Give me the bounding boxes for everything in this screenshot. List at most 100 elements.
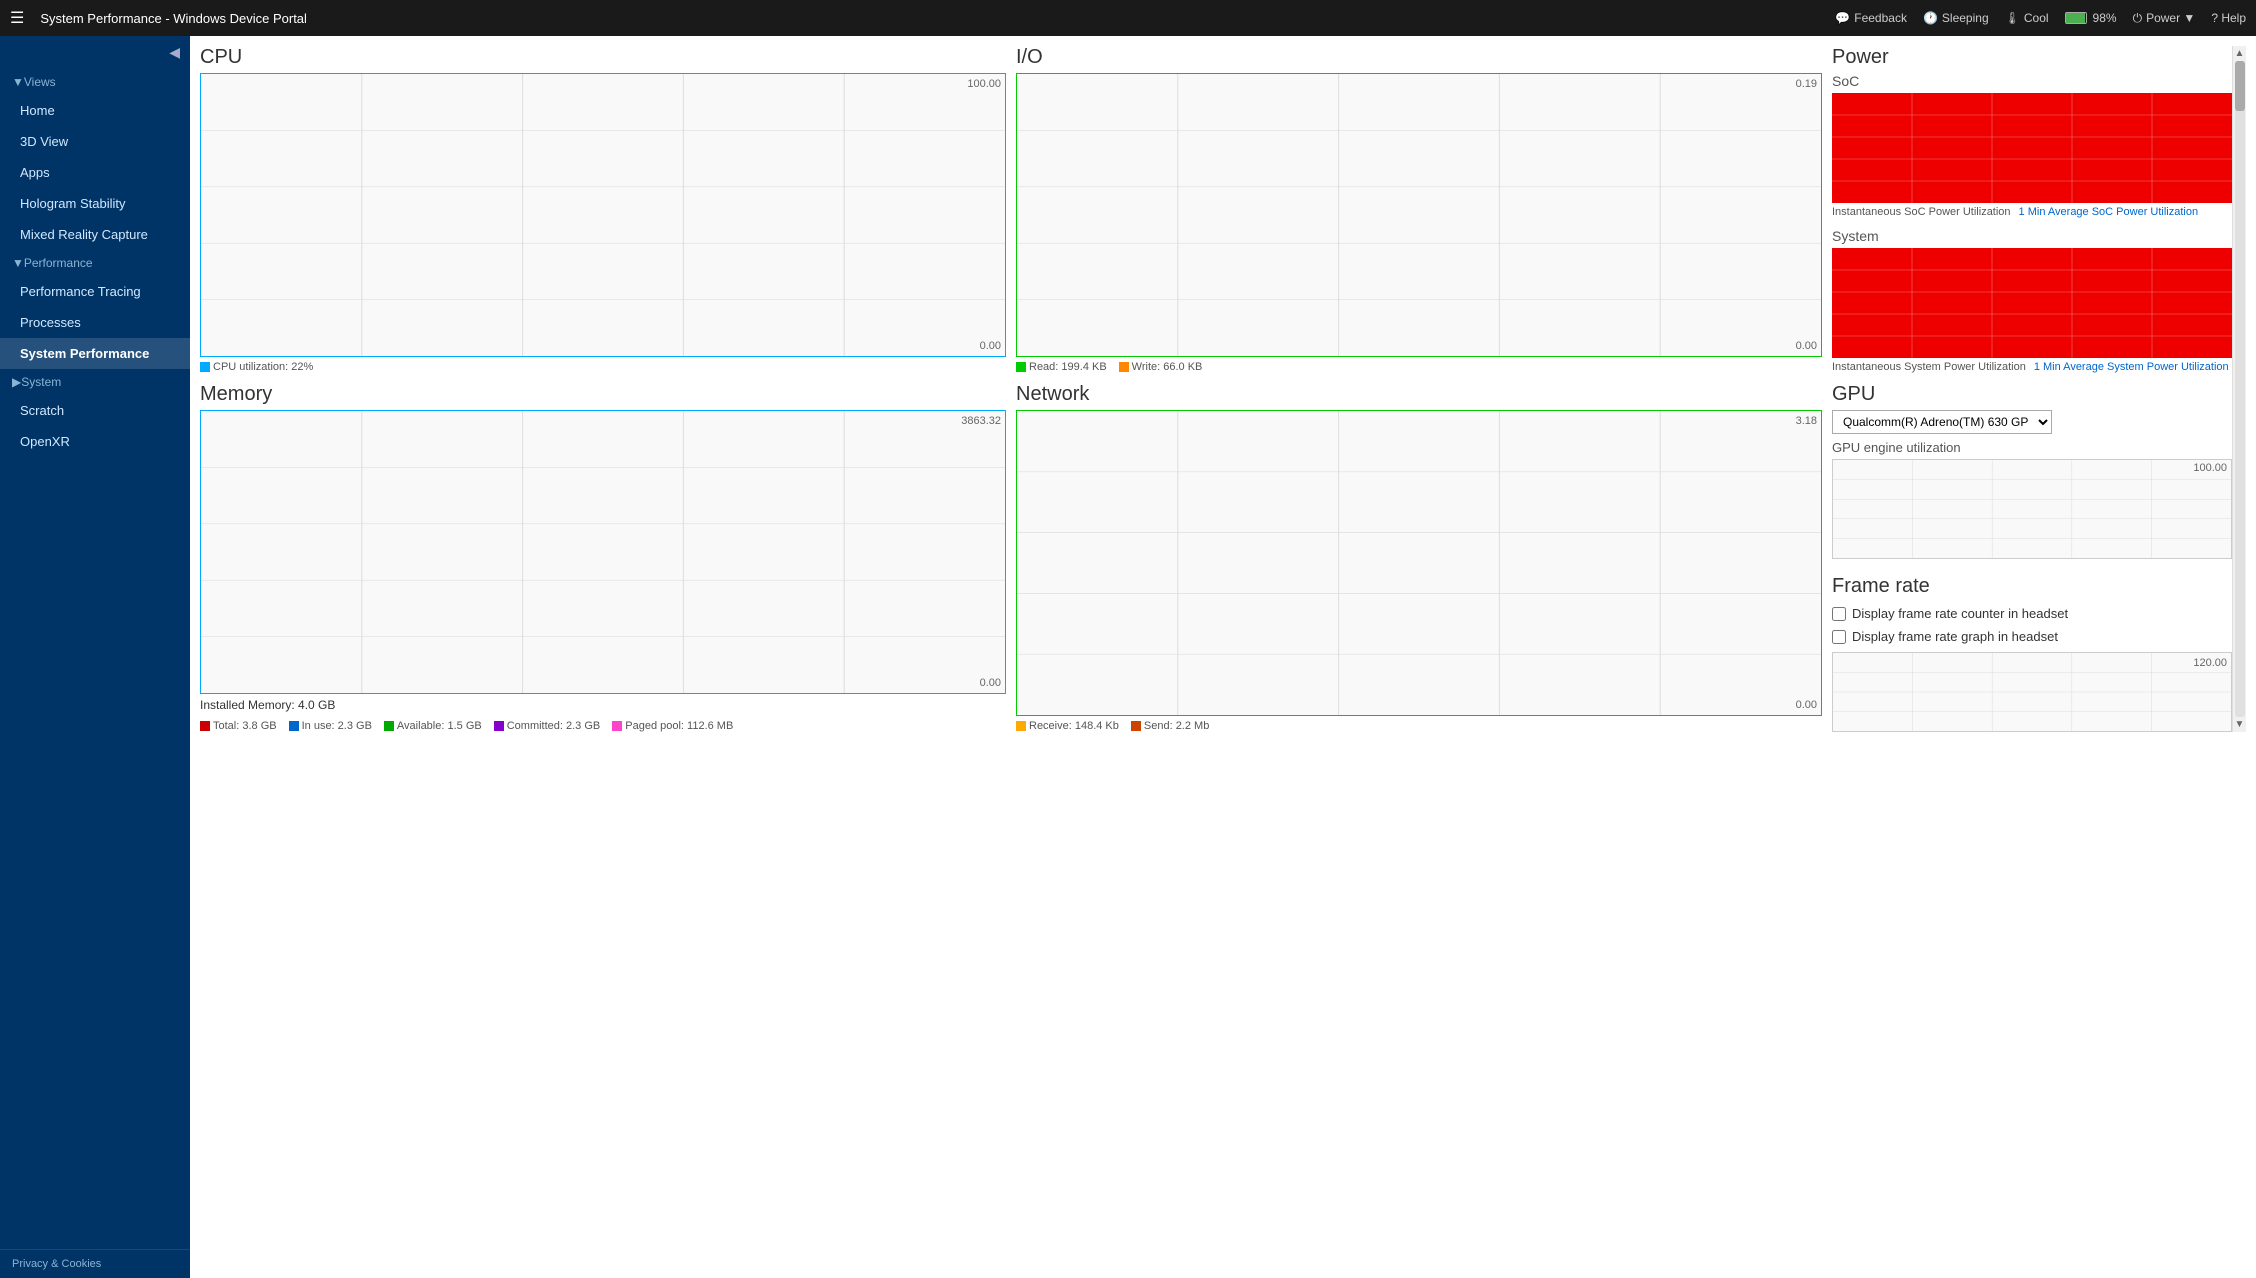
memory-legend: Total: 3.8 GB In use: 2.3 GB Available: … [200, 720, 1006, 732]
frame-rate-counter-checkbox[interactable] [1832, 607, 1846, 621]
frame-rate-counter-row: Display frame rate counter in headset [1832, 606, 2232, 621]
sidebar: ◀ ▼Views Home 3D View Apps Hologram Stab… [0, 36, 190, 1278]
soc-chart-grid [1832, 93, 2232, 203]
system-power-chart [1832, 248, 2232, 358]
network-panel: Network 3.18 0.00 Receive: [1016, 383, 1822, 732]
sidebar-collapse-button[interactable]: ◀ [0, 36, 190, 69]
sidebar-item-home[interactable]: Home [0, 95, 190, 126]
sleeping-button[interactable]: 🕐 Sleeping [1923, 11, 1989, 25]
memory-total-legend: Total: 3.8 GB [200, 720, 277, 732]
right-panel: Power SoC [1832, 46, 2232, 732]
network-chart-grid [1017, 411, 1821, 715]
frame-rate-graph-checkbox[interactable] [1832, 630, 1846, 644]
gpu-section: GPU Qualcomm(R) Adreno(TM) 630 GPU GPU e… [1832, 383, 2232, 559]
io-chart: 0.19 0.00 [1016, 73, 1822, 357]
feedback-button[interactable]: 💬 Feedback [1835, 11, 1907, 25]
frame-chart-svg [1833, 653, 2231, 731]
sidebar-item-system-performance[interactable]: System Performance [0, 338, 190, 369]
sleeping-icon: 🕐 [1923, 11, 1938, 25]
frame-rate-section: Frame rate Display frame rate counter in… [1832, 569, 2232, 732]
frame-rate-graph-row: Display frame rate graph in headset [1832, 629, 2232, 644]
memory-min-label: 0.00 [980, 677, 1001, 689]
network-min-label: 0.00 [1796, 699, 1817, 711]
network-title: Network [1016, 383, 1822, 406]
power-button[interactable]: ⏻ Power ▼ [2133, 11, 2196, 26]
system-power-label: System [1832, 228, 2232, 244]
system-avg-link[interactable]: 1 Min Average System Power Utilization [2034, 361, 2229, 373]
header: ☰ System Performance - Windows Device Po… [0, 0, 2256, 36]
cpu-min-label: 0.00 [980, 340, 1001, 352]
frame-rate-title: Frame rate [1832, 575, 2232, 598]
cpu-legend: CPU utilization: 22% [200, 361, 1006, 373]
memory-committed-legend: Committed: 2.3 GB [494, 720, 601, 732]
privacy-cookies-link[interactable]: Privacy & Cookies [0, 1249, 190, 1278]
right-scrollbar[interactable]: ▲ ▼ [2232, 46, 2246, 732]
io-chart-grid [1017, 74, 1821, 356]
gpu-select[interactable]: Qualcomm(R) Adreno(TM) 630 GPU [1832, 410, 2052, 434]
io-legend: Read: 199.4 KB Write: 66.0 KB [1016, 361, 1822, 373]
sidebar-item-mixed-reality-capture[interactable]: Mixed Reality Capture [0, 219, 190, 250]
sidebar-item-processes[interactable]: Processes [0, 307, 190, 338]
io-title: I/O [1016, 46, 1822, 69]
cpu-chart-grid [201, 74, 1005, 356]
sidebar-system-header[interactable]: ▶System [0, 369, 190, 395]
gpu-engine-chart: 100.00 [1832, 459, 2232, 559]
cool-button[interactable]: 🌡 Cool [2005, 11, 2049, 25]
scroll-down-arrow[interactable]: ▼ [2235, 719, 2245, 730]
frame-rate-max-label: 120.00 [2193, 657, 2227, 669]
right-wrapper: Power SoC [1832, 46, 2246, 732]
io-write-dot [1119, 362, 1129, 372]
network-receive-legend: Receive: 148.4 Kb [1016, 720, 1119, 732]
sidebar-item-scratch[interactable]: Scratch [0, 395, 190, 426]
frame-rate-chart: 120.00 [1832, 652, 2232, 732]
soc-avg-link[interactable]: 1 Min Average SoC Power Utilization [2019, 206, 2199, 218]
memory-title: Memory [200, 383, 1006, 406]
soc-power-chart [1832, 93, 2232, 203]
frame-rate-graph-label: Display frame rate graph in headset [1852, 629, 2058, 644]
memory-installed-label: Installed Memory: 4.0 GB [200, 698, 1006, 712]
system-power-legend: Instantaneous System Power Utilization 1… [1832, 361, 2232, 373]
cpu-panel: CPU 100.00 0.00 [200, 46, 1006, 373]
system-chart-grid [1832, 248, 2232, 358]
help-button[interactable]: ? Help [2211, 11, 2246, 25]
sidebar-item-performance-tracing[interactable]: Performance Tracing [0, 276, 190, 307]
sidebar-item-hologram-stability[interactable]: Hologram Stability [0, 188, 190, 219]
io-min-label: 0.00 [1796, 340, 1817, 352]
io-read-legend: Read: 199.4 KB [1016, 361, 1107, 373]
cpu-legend-dot [200, 362, 210, 372]
scrollbar-thumb[interactable] [2235, 61, 2245, 111]
io-panel: I/O 0.19 0.00 Read: 199.4 K [1016, 46, 1822, 373]
scroll-up-arrow[interactable]: ▲ [2235, 48, 2245, 59]
memory-panel: Memory 3863.32 0.00 Installed Memory: 4.… [200, 383, 1006, 732]
sidebar-views-header[interactable]: ▼Views [0, 69, 190, 95]
sidebar-item-apps[interactable]: Apps [0, 157, 190, 188]
memory-available-legend: Available: 1.5 GB [384, 720, 482, 732]
sidebar-performance-header[interactable]: ▼Performance [0, 250, 190, 276]
io-max-label: 0.19 [1796, 78, 1817, 90]
battery-status: 98% [2065, 11, 2117, 25]
layout: ◀ ▼Views Home 3D View Apps Hologram Stab… [0, 36, 2256, 1278]
cpu-max-label: 100.00 [967, 78, 1001, 90]
cpu-chart: 100.00 0.00 [200, 73, 1006, 357]
sidebar-item-3dview[interactable]: 3D View [0, 126, 190, 157]
soc-power-legend: Instantaneous SoC Power Utilization 1 Mi… [1832, 206, 2232, 218]
battery-icon [2065, 12, 2087, 24]
gpu-max-label: 100.00 [2193, 462, 2227, 474]
feedback-icon: 💬 [1835, 11, 1850, 25]
cpu-legend-item: CPU utilization: 22% [200, 361, 313, 373]
network-send-legend: Send: 2.2 Mb [1131, 720, 1209, 732]
sidebar-item-openxr[interactable]: OpenXR [0, 426, 190, 457]
soc-label: SoC [1832, 73, 2232, 89]
power-section: Power SoC [1832, 46, 2232, 373]
scrollbar-track [2235, 61, 2245, 717]
memory-chart: 3863.32 0.00 [200, 410, 1006, 694]
memory-paged-legend: Paged pool: 112.6 MB [612, 720, 733, 732]
frame-rate-counter-label: Display frame rate counter in headset [1852, 606, 2068, 621]
header-actions: 💬 Feedback 🕐 Sleeping 🌡 Cool 98% ⏻ Power… [1835, 11, 2246, 26]
network-max-label: 3.18 [1796, 415, 1817, 427]
thermometer-icon: 🌡 [2005, 11, 2020, 25]
network-legend: Receive: 148.4 Kb Send: 2.2 Mb [1016, 720, 1822, 732]
hamburger-menu[interactable]: ☰ [10, 8, 24, 28]
memory-chart-grid [201, 411, 1005, 693]
io-read-dot [1016, 362, 1026, 372]
